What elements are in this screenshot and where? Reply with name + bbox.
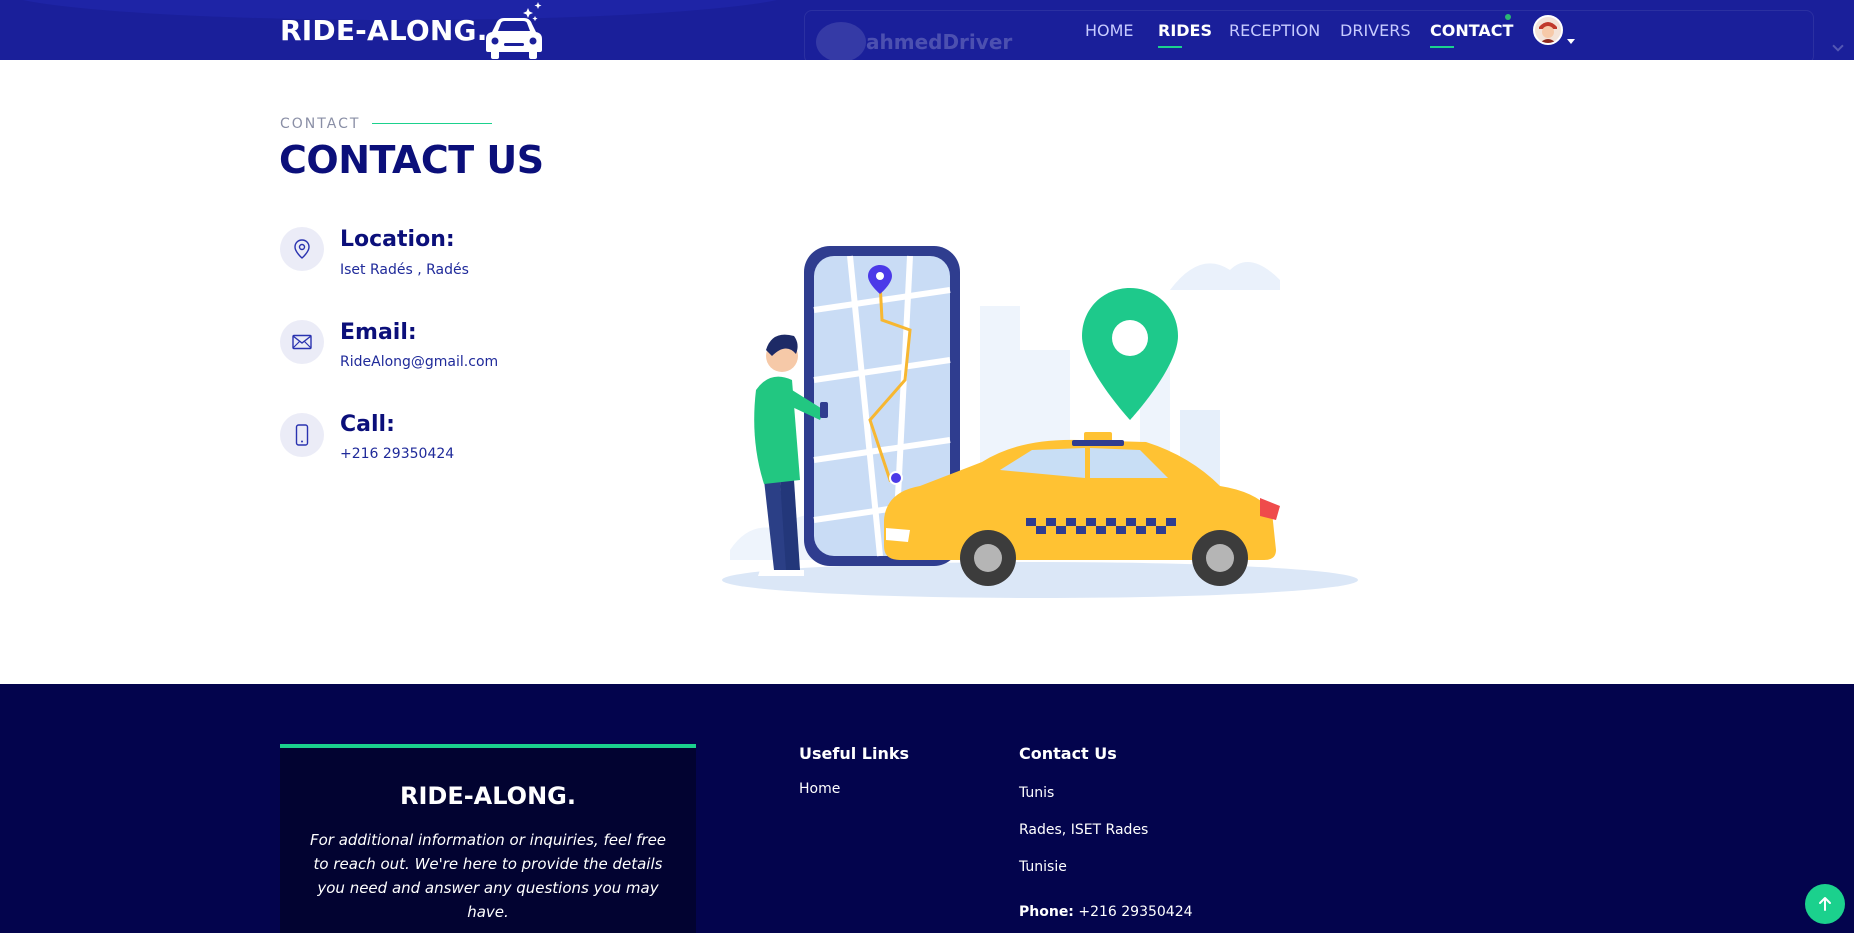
- footer-contact-country: Tunisie: [1019, 859, 1067, 875]
- nav-home-label: HOME: [1085, 21, 1134, 40]
- footer-link-home[interactable]: Home: [799, 781, 840, 797]
- footer-about-text: For additional information or inquiries,…: [309, 831, 667, 921]
- notification-dot: [1505, 14, 1511, 20]
- user-avatar[interactable]: [1533, 15, 1563, 45]
- location-label: Location:: [340, 227, 455, 252]
- location-pin-icon: [294, 239, 310, 259]
- brand-logo-text[interactable]: RIDE-ALONG.: [280, 14, 488, 47]
- taxi-app-illustration: [722, 246, 1358, 598]
- top-navbar: ahmedDriver RIDE-ALONG. HOME RIDES RECEP…: [0, 0, 1854, 60]
- location-value: Iset Radés , Radés: [340, 262, 469, 278]
- avatar-face-icon: [1535, 17, 1561, 43]
- footer-phone: Phone: +216 29350424: [1019, 904, 1193, 920]
- ghost-chevron-down-icon: [1832, 40, 1844, 52]
- email-icon-circle: [280, 320, 324, 364]
- nav-active-underline: [1158, 46, 1182, 48]
- nav-reception-label: RECEPTION: [1229, 21, 1321, 40]
- nav-rides-label: RIDES: [1158, 21, 1213, 40]
- email-label: Email:: [340, 320, 417, 345]
- footer-phone-value[interactable]: +216 29350424: [1078, 904, 1192, 920]
- mobile-phone-icon: [295, 424, 309, 446]
- ghost-username: ahmedDriver: [866, 30, 1013, 54]
- ghost-avatar: [816, 22, 866, 60]
- email-value[interactable]: RideAlong@gmail.com: [340, 354, 498, 370]
- call-icon-circle: [280, 413, 324, 457]
- arrow-up-icon: [1819, 897, 1831, 911]
- nav-reception[interactable]: RECEPTION: [1229, 21, 1320, 43]
- nav-contact[interactable]: CONTACT: [1430, 21, 1514, 48]
- nav-drivers-label: DRIVERS: [1340, 21, 1411, 40]
- useful-links-heading: Useful Links: [799, 744, 910, 763]
- nav-active-underline: [1430, 46, 1454, 48]
- car-logo-icon: [486, 2, 542, 59]
- kicker-divider-line: [372, 123, 492, 124]
- footer-about-card: RIDE-ALONG. For additional information o…: [280, 744, 696, 933]
- nav-contact-label: CONTACT: [1430, 21, 1514, 40]
- footer-contact-address: Rades, ISET Rades: [1019, 822, 1149, 838]
- location-icon-circle: [280, 227, 324, 271]
- envelope-icon: [292, 334, 312, 350]
- footer-contact-heading: Contact Us: [1019, 744, 1117, 763]
- nav-drivers[interactable]: DRIVERS: [1340, 21, 1410, 43]
- call-value[interactable]: +216 29350424: [340, 446, 454, 462]
- footer-phone-label: Phone:: [1019, 904, 1074, 920]
- avatar-caret-down-icon[interactable]: [1567, 39, 1575, 44]
- footer-brand: RIDE-ALONG.: [399, 782, 576, 810]
- call-label: Call:: [340, 412, 395, 437]
- section-kicker: CONTACT: [280, 116, 361, 132]
- page-title: CONTACT US: [279, 138, 544, 182]
- site-footer: [0, 684, 1854, 933]
- nav-home[interactable]: HOME: [1085, 21, 1134, 43]
- nav-rides[interactable]: RIDES: [1158, 21, 1213, 48]
- back-to-top-button[interactable]: [1805, 884, 1845, 924]
- footer-contact-city: Tunis: [1019, 785, 1055, 801]
